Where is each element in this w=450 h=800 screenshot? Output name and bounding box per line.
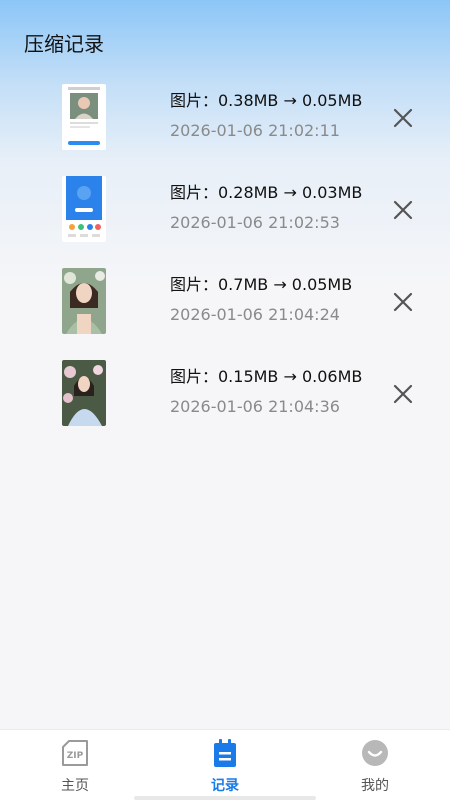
nav-item-home[interactable]: ZIP 主页 — [0, 730, 150, 800]
record-thumbnail — [62, 360, 106, 426]
nav-item-records[interactable]: 记录 — [150, 730, 300, 800]
delete-record-button[interactable] — [391, 106, 415, 130]
close-icon — [393, 200, 413, 220]
home-indicator — [134, 796, 316, 800]
record-item[interactable]: 图片：0.28MB → 0.03MB 2026-01-06 21:02:53 — [0, 172, 450, 264]
record-item[interactable]: 图片：0.7MB → 0.05MB 2026-01-06 21:04:24 — [0, 264, 450, 356]
record-list: 图片：0.38MB → 0.05MB 2026-01-06 21:02:11 图… — [0, 80, 450, 448]
record-size-text: 图片：0.15MB → 0.06MB — [170, 367, 363, 386]
record-time-text: 2026-01-06 21:02:53 — [170, 213, 340, 232]
svg-text:ZIP: ZIP — [67, 751, 84, 761]
record-thumbnail — [62, 176, 106, 242]
record-time-text: 2026-01-06 21:02:11 — [170, 121, 340, 140]
record-time-text: 2026-01-06 21:04:24 — [170, 305, 340, 324]
record-item[interactable]: 图片：0.15MB → 0.06MB 2026-01-06 21:04:36 — [0, 356, 450, 448]
record-item[interactable]: 图片：0.38MB → 0.05MB 2026-01-06 21:02:11 — [0, 80, 450, 172]
record-time-text: 2026-01-06 21:04:36 — [170, 397, 340, 416]
zip-icon: ZIP — [62, 740, 88, 766]
nav-label-profile: 我的 — [361, 778, 389, 794]
bottom-navigation: ZIP 主页 记录 我的 — [0, 729, 450, 800]
record-thumbnail — [62, 268, 106, 334]
close-icon — [393, 292, 413, 312]
close-icon — [393, 384, 413, 404]
record-size-text: 图片：0.7MB → 0.05MB — [170, 275, 353, 294]
smile-icon — [362, 740, 388, 766]
delete-record-button[interactable] — [391, 198, 415, 222]
page-title: 压缩记录 — [24, 32, 104, 56]
record-size-text: 图片：0.28MB → 0.03MB — [170, 183, 363, 202]
record-icon — [214, 739, 236, 767]
nav-item-profile[interactable]: 我的 — [300, 730, 450, 800]
delete-record-button[interactable] — [391, 290, 415, 314]
close-icon — [393, 108, 413, 128]
delete-record-button[interactable] — [391, 382, 415, 406]
record-thumbnail — [62, 84, 106, 150]
nav-label-home: 主页 — [61, 778, 89, 794]
nav-label-records: 记录 — [211, 778, 239, 794]
record-size-text: 图片：0.38MB → 0.05MB — [170, 91, 363, 110]
